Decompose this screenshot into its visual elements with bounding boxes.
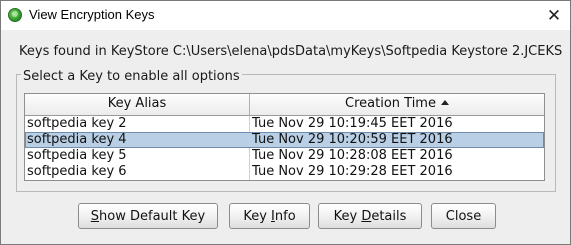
key-alias-cell: softpedia key 4 — [25, 132, 250, 148]
sort-ascending-icon — [440, 100, 449, 105]
column-header-label: Creation Time — [345, 96, 436, 111]
creation-time-cell: Tue Nov 29 10:19:45 EET 2016 — [252, 116, 453, 131]
key-alias-cell: softpedia key 2 — [25, 116, 250, 132]
close-window-button[interactable]: ✕ — [538, 1, 570, 30]
table-row[interactable]: softpedia key 5 Tue Nov 29 10:28:08 EET … — [25, 148, 544, 164]
column-header-label: Key Alias — [107, 96, 167, 111]
table-row[interactable]: softpedia key 2 Tue Nov 29 10:19:45 EET … — [25, 116, 544, 132]
key-details-button[interactable]: Key Details — [318, 203, 422, 229]
title-bar[interactable]: View Encryption Keys ✕ — [1, 1, 570, 30]
mnemonic-letter: D — [361, 208, 372, 224]
app-globe-icon — [8, 8, 22, 22]
table-row-selected[interactable]: softpedia key 4 Tue Nov 29 10:20:59 EET … — [25, 132, 544, 148]
button-label: etails — [371, 208, 407, 224]
mnemonic-letter: S — [90, 208, 100, 224]
button-label: Key — [333, 208, 362, 224]
show-default-key-button[interactable]: Show Default Key — [78, 203, 218, 229]
key-alias-cell: softpedia key 5 — [25, 148, 250, 164]
key-info-button[interactable]: Key Info — [229, 203, 310, 229]
button-bar: Show Default Key Key Info Key Details Cl… — [1, 203, 570, 231]
close-button[interactable]: Close — [431, 203, 496, 229]
keystore-path-label: Keys found in KeyStore C:\Users\elena\pd… — [19, 44, 563, 59]
creation-time-cell: Tue Nov 29 10:28:08 EET 2016 — [252, 148, 453, 163]
button-label: Key — [243, 208, 272, 224]
window-title: View Encryption Keys — [29, 7, 155, 22]
column-header-creation-time[interactable]: Creation Time — [250, 94, 544, 115]
keys-table[interactable]: Key Alias Creation Time softpedia key 2 … — [24, 93, 545, 181]
table-row[interactable]: softpedia key 6 Tue Nov 29 10:29:28 EET … — [25, 164, 544, 180]
button-label: how Default Key — [99, 208, 206, 224]
dialog-window: View Encryption Keys ✕ Keys found in Key… — [0, 0, 571, 245]
column-header-key-alias[interactable]: Key Alias — [25, 94, 250, 115]
key-alias-cell: softpedia key 6 — [25, 164, 250, 180]
creation-time-cell: Tue Nov 29 10:20:59 EET 2016 — [252, 132, 453, 147]
creation-time-cell: Tue Nov 29 10:29:28 EET 2016 — [252, 164, 453, 179]
button-label: nfo — [274, 208, 296, 224]
group-legend: Select a Key to enable all options — [21, 69, 242, 84]
dialog-content: Keys found in KeyStore C:\Users\elena\pd… — [1, 30, 570, 244]
table-header: Key Alias Creation Time — [25, 94, 544, 116]
